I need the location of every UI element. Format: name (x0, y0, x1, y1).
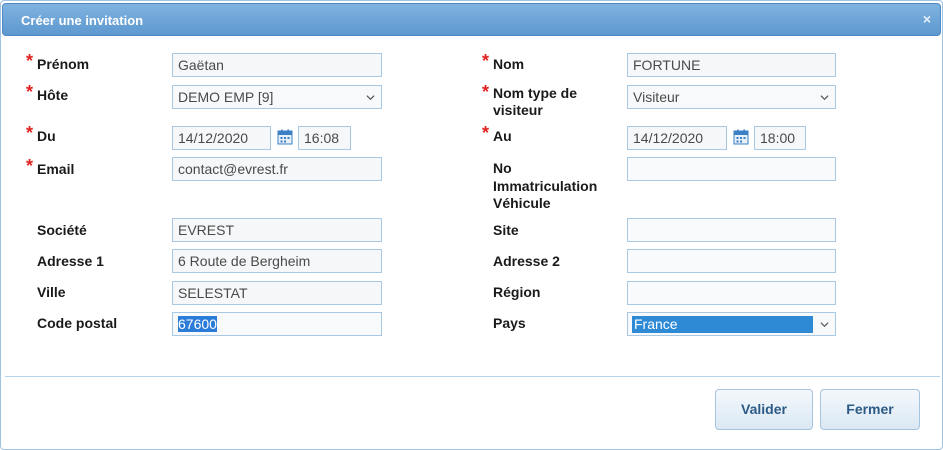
fermer-button[interactable]: Fermer (820, 389, 920, 430)
adresse1-input[interactable]: 6 Route de Bergheim (172, 249, 382, 273)
ville-input[interactable]: SELESTAT (172, 281, 382, 305)
au-label: Au (493, 128, 512, 144)
nom-type-visiteur-label-line2: visiteur (493, 102, 543, 118)
immatriculation-label-line3: Véhicule (493, 195, 551, 211)
footer-divider (5, 376, 940, 377)
societe-label: Société (37, 222, 87, 238)
required-marker: * (26, 82, 34, 102)
pays-select[interactable]: France (627, 312, 836, 336)
calendar-icon[interactable] (277, 129, 293, 145)
nom-label: Nom (493, 56, 525, 72)
immatriculation-label-line2: Immatriculation (493, 178, 598, 194)
hote-label: Hôte (37, 87, 69, 103)
chevron-down-icon (820, 322, 829, 328)
immatriculation-input[interactable] (627, 157, 836, 181)
site-label: Site (493, 222, 519, 238)
du-date-input[interactable]: 14/12/2020 (172, 126, 271, 150)
dialog-title: Créer une invitation (21, 13, 144, 28)
adresse1-label: Adresse 1 (37, 253, 104, 269)
valider-button[interactable]: Valider (715, 389, 813, 430)
site-input[interactable] (627, 218, 836, 242)
type-visiteur-select[interactable]: Visiteur (627, 85, 836, 109)
dialog-titlebar: Créer une invitation × (2, 3, 941, 36)
du-time-input[interactable]: 16:08 (298, 126, 351, 150)
type-visiteur-select-value: Visiteur (633, 89, 680, 105)
du-label: Du (37, 128, 56, 144)
adresse2-input[interactable] (627, 249, 836, 273)
pays-label: Pays (493, 315, 526, 331)
ville-label: Ville (37, 284, 66, 300)
adresse2-label: Adresse 2 (493, 253, 560, 269)
chevron-down-icon (820, 95, 829, 101)
required-marker: * (26, 156, 34, 176)
required-marker: * (26, 51, 34, 71)
au-date-input[interactable]: 14/12/2020 (627, 126, 727, 150)
hote-select-value: DEMO EMP [9] (178, 89, 274, 105)
required-marker: * (482, 82, 490, 102)
required-marker: * (482, 51, 490, 71)
hote-select[interactable]: DEMO EMP [9] (172, 85, 382, 109)
au-time-input[interactable]: 18:00 (754, 126, 806, 150)
required-marker: * (482, 123, 490, 143)
region-label: Région (493, 284, 541, 300)
close-icon[interactable]: × (923, 11, 931, 27)
region-input[interactable] (627, 281, 836, 305)
nom-type-visiteur-label-line1: Nom type de (493, 85, 578, 101)
required-marker: * (26, 123, 34, 143)
prenom-input[interactable]: Gaëtan (172, 53, 382, 77)
code-postal-label: Code postal (37, 315, 118, 331)
chevron-down-icon (366, 95, 375, 101)
prenom-label: Prénom (37, 56, 90, 72)
email-label: Email (37, 161, 75, 177)
societe-input[interactable]: EVREST (172, 218, 382, 242)
nom-input[interactable]: FORTUNE (627, 53, 836, 77)
pays-select-value: France (632, 316, 813, 333)
code-postal-value: 67600 (178, 316, 217, 332)
invitation-dialog: Créer une invitation × * Prénom Gaëtan *… (0, 0, 943, 450)
calendar-icon[interactable] (733, 129, 749, 145)
code-postal-input[interactable]: 67600 (172, 312, 382, 336)
immatriculation-label-line1: No (493, 160, 512, 176)
email-input[interactable]: contact@evrest.fr (172, 157, 382, 181)
